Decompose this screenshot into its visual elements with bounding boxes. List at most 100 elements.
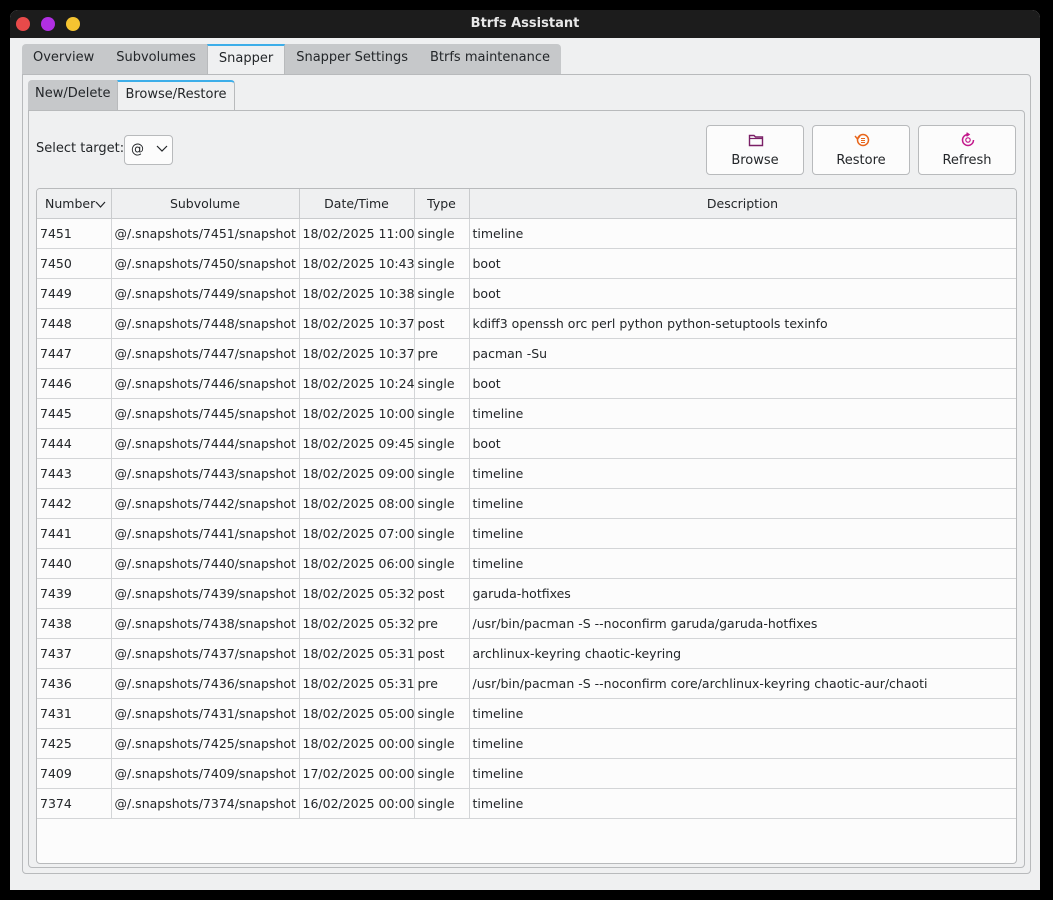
- column-header-number[interactable]: Number: [37, 189, 112, 219]
- date-time-cell: 17/02/2025 00:00: [299, 758, 415, 789]
- date-time-cell: 18/02/2025 10:37: [299, 308, 415, 339]
- browse-button-label: Browse: [731, 153, 779, 168]
- description-cell: timeline: [469, 458, 1016, 489]
- tab-subvolumes[interactable]: Subvolumes: [105, 44, 207, 74]
- refresh-button[interactable]: Refresh: [918, 125, 1016, 175]
- app-window: Btrfs Assistant Overview Subvolumes Snap…: [10, 10, 1040, 890]
- column-header-description[interactable]: Description: [469, 189, 1016, 219]
- type-cell: single: [414, 368, 470, 399]
- table-row[interactable]: 7451 @/.snapshots/7451/snapshot 18/02/2025…: [37, 218, 1016, 249]
- snapshots-table-frame: Number Subvolume Date/Time Type Descript…: [36, 188, 1017, 864]
- subvolume-cell: @/.snapshots/7441/snapshot: [111, 518, 300, 549]
- description-cell: timeline: [469, 218, 1016, 249]
- table-row[interactable]: 7446 @/.snapshots/7446/snapshot 18/02/2025…: [37, 368, 1016, 399]
- date-time-cell: 18/02/2025 10:24: [299, 368, 415, 399]
- description-cell: timeline: [469, 488, 1016, 519]
- subvolume-cell: @/.snapshots/7443/snapshot: [111, 458, 300, 489]
- number-cell: 7444: [37, 428, 112, 459]
- subvolume-cell: @/.snapshots/7448/snapshot: [111, 308, 300, 339]
- date-time-cell: 18/02/2025 10:43: [299, 248, 415, 279]
- table-row[interactable]: 7425 @/.snapshots/7425/snapshot 18/02/2025…: [37, 728, 1016, 759]
- table-row[interactable]: 7448 @/.snapshots/7448/snapshot 18/02/2025…: [37, 308, 1016, 339]
- date-time-cell: 18/02/2025 05:00: [299, 698, 415, 729]
- table-row[interactable]: 7447 @/.snapshots/7447/snapshot 18/02/2025…: [37, 338, 1016, 369]
- date-time-cell: 18/02/2025 09:45: [299, 428, 415, 459]
- table-row[interactable]: 7445 @/.snapshots/7445/snapshot 18/02/2025…: [37, 398, 1016, 429]
- type-cell: single: [414, 758, 470, 789]
- table-row[interactable]: 7440 @/.snapshots/7440/snapshot 18/02/2025…: [37, 548, 1016, 579]
- number-cell: 7425: [37, 728, 112, 759]
- number-cell: 7447: [37, 338, 112, 369]
- subvolume-cell: @/.snapshots/7446/snapshot: [111, 368, 300, 399]
- column-header-subvolume[interactable]: Subvolume: [111, 189, 300, 219]
- description-cell: timeline: [469, 698, 1016, 729]
- table-body: 7451 @/.snapshots/7451/snapshot 18/02/2025…: [37, 218, 1016, 819]
- refresh-button-label: Refresh: [942, 153, 992, 168]
- table-row[interactable]: 7374 @/.snapshots/7374/snapshot 16/02/2025…: [37, 788, 1016, 819]
- date-time-cell: 18/02/2025 06:00: [299, 548, 415, 579]
- type-cell: single: [414, 278, 470, 309]
- table-row[interactable]: 7450 @/.snapshots/7450/snapshot 18/02/2025…: [37, 248, 1016, 279]
- type-cell: post: [414, 578, 470, 609]
- tab-btrfs-maintenance[interactable]: Btrfs maintenance: [418, 44, 561, 74]
- table-row[interactable]: 7431 @/.snapshots/7431/snapshot 18/02/2025…: [37, 698, 1016, 729]
- table-row[interactable]: 7441 @/.snapshots/7441/snapshot 18/02/2025…: [37, 518, 1016, 549]
- subvolume-cell: @/.snapshots/7440/snapshot: [111, 548, 300, 579]
- date-time-cell: 18/02/2025 08:00: [299, 488, 415, 519]
- target-select[interactable]: @: [124, 135, 173, 165]
- tab-snapper[interactable]: Snapper: [206, 44, 286, 74]
- browse-button[interactable]: Browse: [706, 125, 804, 175]
- tab-snapper-settings[interactable]: Snapper Settings: [285, 44, 419, 74]
- table-row[interactable]: 7409 @/.snapshots/7409/snapshot 17/02/2025…: [37, 758, 1016, 789]
- folder-icon: [748, 134, 764, 147]
- subvolume-cell: @/.snapshots/7409/snapshot: [111, 758, 300, 789]
- table-row[interactable]: 7449 @/.snapshots/7449/snapshot 18/02/2025…: [37, 278, 1016, 309]
- number-cell: 7451: [37, 218, 112, 249]
- description-cell: timeline: [469, 398, 1016, 429]
- description-cell: archlinux-keyring chaotic-keyring: [469, 638, 1016, 669]
- subvolume-cell: @/.snapshots/7449/snapshot: [111, 278, 300, 309]
- subvolume-cell: @/.snapshots/7444/snapshot: [111, 428, 300, 459]
- subvolume-cell: @/.snapshots/7438/snapshot: [111, 608, 300, 639]
- date-time-cell: 18/02/2025 05:32: [299, 578, 415, 609]
- subvolume-cell: @/.snapshots/7451/snapshot: [111, 218, 300, 249]
- column-header-type[interactable]: Type: [414, 189, 470, 219]
- tab-overview[interactable]: Overview: [22, 44, 106, 74]
- table-row[interactable]: 7444 @/.snapshots/7444/snapshot 18/02/2025…: [37, 428, 1016, 459]
- description-cell: timeline: [469, 728, 1016, 759]
- subvolume-cell: @/.snapshots/7436/snapshot: [111, 668, 300, 699]
- target-select-value: @: [131, 142, 144, 157]
- subvolume-cell: @/.snapshots/7445/snapshot: [111, 398, 300, 429]
- type-cell: single: [414, 728, 470, 759]
- sort-descending-icon: [95, 201, 106, 208]
- description-cell: boot: [469, 248, 1016, 279]
- subvolume-cell: @/.snapshots/7442/snapshot: [111, 488, 300, 519]
- subvolume-cell: @/.snapshots/7374/snapshot: [111, 788, 300, 819]
- number-cell: 7450: [37, 248, 112, 279]
- column-header-date-time[interactable]: Date/Time: [299, 189, 415, 219]
- type-cell: post: [414, 308, 470, 339]
- description-cell: timeline: [469, 548, 1016, 579]
- subtab-browse-restore[interactable]: Browse/Restore: [117, 80, 235, 110]
- table-row[interactable]: 7443 @/.snapshots/7443/snapshot 18/02/2025…: [37, 458, 1016, 489]
- subtab-new-delete[interactable]: New/Delete: [28, 80, 118, 110]
- number-cell: 7440: [37, 548, 112, 579]
- number-cell: 7431: [37, 698, 112, 729]
- description-cell: kdiff3 openssh orc perl python python-se…: [469, 308, 1016, 339]
- table-row[interactable]: 7438 @/.snapshots/7438/snapshot 18/02/2025…: [37, 608, 1016, 639]
- table-row[interactable]: 7437 @/.snapshots/7437/snapshot 18/02/2025…: [37, 638, 1016, 669]
- date-time-cell: 18/02/2025 05:31: [299, 668, 415, 699]
- subvolume-cell: @/.snapshots/7425/snapshot: [111, 728, 300, 759]
- table-row[interactable]: 7442 @/.snapshots/7442/snapshot 18/02/2025…: [37, 488, 1016, 519]
- snapshots-table: Number Subvolume Date/Time Type Descript…: [37, 189, 1016, 819]
- date-time-cell: 16/02/2025 00:00: [299, 788, 415, 819]
- type-cell: single: [414, 458, 470, 489]
- restore-button[interactable]: Restore: [812, 125, 910, 175]
- date-time-cell: 18/02/2025 05:32: [299, 608, 415, 639]
- description-cell: timeline: [469, 518, 1016, 549]
- subvolume-cell: @/.snapshots/7439/snapshot: [111, 578, 300, 609]
- date-time-cell: 18/02/2025 10:00: [299, 398, 415, 429]
- table-row[interactable]: 7439 @/.snapshots/7439/snapshot 18/02/2025…: [37, 578, 1016, 609]
- date-time-cell: 18/02/2025 00:00: [299, 728, 415, 759]
- table-row[interactable]: 7436 @/.snapshots/7436/snapshot 18/02/2025…: [37, 668, 1016, 699]
